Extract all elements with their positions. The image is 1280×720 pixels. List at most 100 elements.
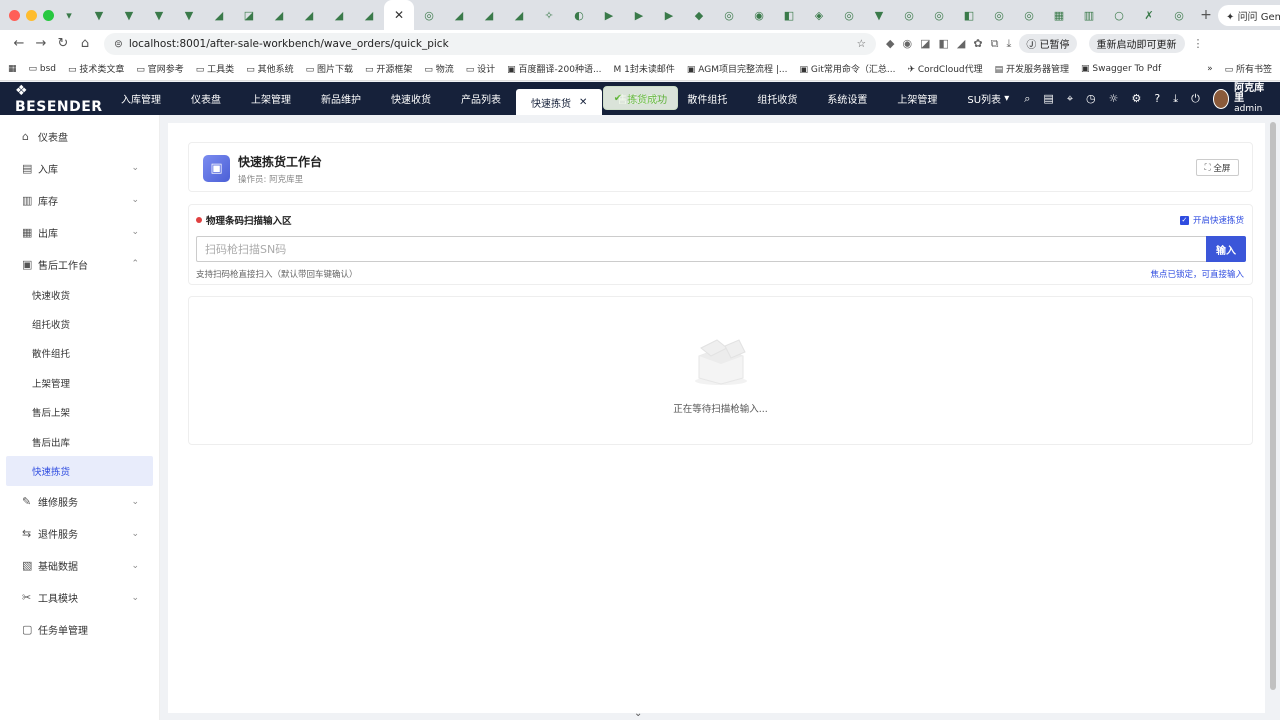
- browser-tab[interactable]: ◪: [234, 0, 264, 30]
- extension-icon[interactable]: ✿: [973, 37, 982, 50]
- browser-tab[interactable]: ▶: [624, 0, 654, 30]
- sidebar-item-repair[interactable]: ✎ 维修服务 ⌄: [0, 486, 159, 518]
- browser-tab[interactable]: ◎: [894, 0, 924, 30]
- clock-icon[interactable]: ◷: [1086, 92, 1096, 105]
- menu-kebab-icon[interactable]: ⋮: [1193, 37, 1204, 50]
- browser-tab[interactable]: ◢: [324, 0, 354, 30]
- browser-tab[interactable]: ○: [1104, 0, 1134, 30]
- sidebar-item-tools[interactable]: ✂ 工具模块 ⌄: [0, 582, 159, 614]
- page-scrollbar[interactable]: [1270, 122, 1276, 690]
- browser-tab[interactable]: ◎: [414, 0, 444, 30]
- topnav-item[interactable]: 系统设置: [812, 82, 882, 115]
- bookmark-item[interactable]: ▭ 图片下载: [306, 62, 353, 75]
- download-icon[interactable]: ⤓: [1006, 37, 1011, 51]
- browser-tab[interactable]: ✗: [1134, 0, 1164, 30]
- all-bookmarks[interactable]: ▭ 所有书签: [1225, 62, 1272, 75]
- fullscreen-button[interactable]: ⛶ 全屏: [1196, 159, 1239, 176]
- bookmark-item[interactable]: ▭ bsd: [29, 64, 57, 74]
- sidebar-item-tasks[interactable]: ▢ 任务单管理: [0, 614, 159, 646]
- more-bookmarks-icon[interactable]: »: [1207, 64, 1213, 74]
- browser-tab[interactable]: ◈: [804, 0, 834, 30]
- sidebar-subitem[interactable]: 售后上架: [0, 398, 159, 427]
- checkbox-checked-icon[interactable]: ✓: [1179, 215, 1189, 225]
- extension-icon[interactable]: ◉: [902, 37, 912, 50]
- bookmark-item[interactable]: ▭ 开源框架: [365, 62, 412, 75]
- browser-tab[interactable]: ◉: [744, 0, 774, 30]
- browser-tab[interactable]: ◢: [444, 0, 474, 30]
- extension-icon[interactable]: ◪: [920, 37, 930, 50]
- topnav-item[interactable]: 上架管理: [236, 82, 306, 115]
- browser-tab[interactable]: ◎: [1164, 0, 1194, 30]
- avatar[interactable]: [1212, 88, 1230, 109]
- extension-icon[interactable]: ◢: [957, 37, 965, 50]
- gear-icon[interactable]: ⚙: [1132, 92, 1142, 105]
- minimize-window-button[interactable]: [26, 9, 37, 21]
- sidebar-subitem[interactable]: 售后出库: [0, 427, 159, 456]
- sn-scan-input[interactable]: 扫码枪扫描SN码: [196, 236, 1208, 262]
- browser-tab[interactable]: ✧: [534, 0, 564, 30]
- sidebar-subitem[interactable]: 快速收货: [0, 280, 159, 309]
- browser-tab[interactable]: ▾: [54, 0, 84, 30]
- sidebar-subitem[interactable]: 散件组托: [0, 339, 159, 368]
- browser-tab[interactable]: ◎: [924, 0, 954, 30]
- sidebar-item-dashboard[interactable]: ⌂ 仪表盘: [0, 120, 159, 152]
- profile-paused-button[interactable]: Ⓙ 已暂停: [1019, 34, 1077, 53]
- address-bar[interactable]: ⊜ localhost:8001/after-sale-workbench/wa…: [104, 32, 876, 55]
- input-submit-button[interactable]: 输入: [1206, 236, 1246, 262]
- browser-tab[interactable]: ▼: [144, 0, 174, 30]
- browser-tab[interactable]: ◐: [564, 0, 594, 30]
- restart-update-button[interactable]: 重新启动即可更新: [1088, 34, 1185, 53]
- theme-icon[interactable]: ☼: [1109, 92, 1119, 105]
- back-icon[interactable]: ←: [8, 36, 30, 51]
- apps-grid-icon[interactable]: ▦: [8, 64, 17, 74]
- reload-icon[interactable]: ↻: [52, 36, 74, 51]
- topnav-item[interactable]: 组托收货: [742, 82, 812, 115]
- browser-tab[interactable]: ◎: [1014, 0, 1044, 30]
- document-icon[interactable]: ▤: [1043, 92, 1053, 105]
- sidebar-item-inbound[interactable]: ▤ 入库 ⌄: [0, 152, 159, 184]
- bookmark-item[interactable]: M 1封未读邮件: [614, 62, 675, 75]
- app-logo[interactable]: ❖ BESENDER: [0, 83, 106, 115]
- topnav-item[interactable]: SU列表 ▾: [952, 82, 1024, 115]
- browser-tab[interactable]: ◧: [774, 0, 804, 30]
- bookmark-item[interactable]: ▭ 设计: [466, 62, 495, 75]
- bookmark-item[interactable]: ▤ 开发服务器管理: [995, 62, 1069, 75]
- new-tab-button[interactable]: +: [1194, 7, 1218, 23]
- bookmark-item[interactable]: ▣ Swagger To Pdf: [1081, 64, 1161, 74]
- browser-tab[interactable]: ▼: [864, 0, 894, 30]
- sidebar-item-stock[interactable]: ▥ 库存 ⌄: [0, 184, 159, 216]
- topnav-item[interactable]: 新品维护: [306, 82, 376, 115]
- sidebar-subitem-active[interactable]: 快速拣货: [6, 456, 153, 486]
- bookmark-item[interactable]: ▣ 百度翻译-200种语...: [507, 62, 601, 75]
- bookmark-item[interactable]: ▣ Git常用命令（汇总...: [800, 62, 896, 75]
- browser-tab[interactable]: ◢: [474, 0, 504, 30]
- bookmark-item[interactable]: ✈ CordCloud代理: [907, 62, 982, 75]
- user-menu[interactable]: 阿克库里 admin: [1212, 83, 1266, 114]
- sidebar-item-basedata[interactable]: ▧ 基础数据 ⌄: [0, 550, 159, 582]
- browser-tab[interactable]: ▦: [1044, 0, 1074, 30]
- bookmark-item[interactable]: ▣ AGM项目完整流程 |...: [687, 62, 788, 75]
- extension-icon[interactable]: ◧: [938, 37, 948, 50]
- browser-tab[interactable]: ◎: [834, 0, 864, 30]
- browser-tab[interactable]: ◆: [684, 0, 714, 30]
- url-text[interactable]: localhost:8001/after-sale-workbench/wave…: [129, 38, 449, 50]
- browser-tab[interactable]: ▼: [114, 0, 144, 30]
- browser-tab[interactable]: ◎: [714, 0, 744, 30]
- topnav-item[interactable]: 上架管理: [882, 82, 952, 115]
- browser-tab-active[interactable]: ✕: [384, 0, 414, 30]
- browser-tab[interactable]: ◢: [294, 0, 324, 30]
- browser-tab[interactable]: ▶: [594, 0, 624, 30]
- quick-pick-toggle[interactable]: ✓ 开启快速拣货: [1179, 214, 1244, 226]
- browser-tab[interactable]: ▥: [1074, 0, 1104, 30]
- topnav-item[interactable]: 散件组托: [672, 82, 742, 115]
- bookmark-item[interactable]: ▭ 官网参考: [136, 62, 183, 75]
- browser-tab[interactable]: ◎: [984, 0, 1014, 30]
- browser-tab[interactable]: ◢: [264, 0, 294, 30]
- browser-tab[interactable]: ▶: [654, 0, 684, 30]
- browser-tab[interactable]: ◧: [954, 0, 984, 30]
- forward-icon[interactable]: →: [30, 36, 52, 51]
- browser-tab[interactable]: ◢: [204, 0, 234, 30]
- sidebar-item-outbound[interactable]: ▦ 出库 ⌄: [0, 216, 159, 248]
- sidebar-item-return[interactable]: ⇆ 退件服务 ⌄: [0, 518, 159, 550]
- topnav-item[interactable]: 仪表盘: [176, 82, 236, 115]
